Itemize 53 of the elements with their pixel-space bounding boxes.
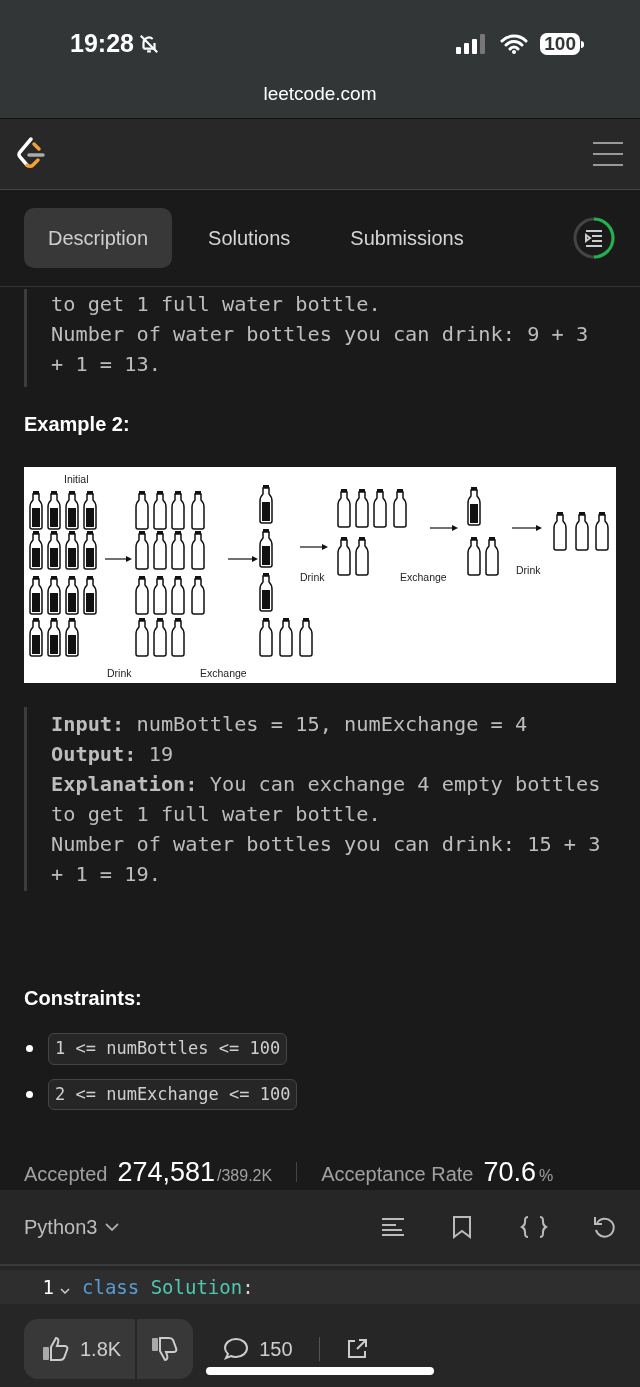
submissions-count: /389.2K — [217, 1166, 273, 1186]
constraint-code: 1 <= numBottles <= 100 — [48, 1033, 288, 1065]
status-time: 19:28 — [70, 28, 134, 60]
example-text: to get 1 full water bottle. — [51, 801, 382, 828]
comments-button[interactable]: 150 — [223, 1334, 293, 1364]
like-button[interactable]: 1.8K — [24, 1319, 138, 1379]
acceptance-rate: 70.6 — [483, 1156, 537, 1189]
diagram-label: Drink — [516, 564, 541, 576]
accepted-count: 274,581 — [117, 1156, 215, 1189]
tab[interactable]: Description — [24, 208, 173, 268]
diagram-label: Exchange — [400, 571, 447, 583]
example-text: Number of water bottles you can drink: 9 + 3 — [51, 321, 590, 348]
diagram-label: Drink — [107, 667, 132, 679]
tab[interactable]: Submissions — [326, 208, 488, 268]
example-text: Number of water bottles you can drink: 15 + 3 — [51, 831, 602, 858]
code-line: class Solution: — [82, 1274, 254, 1300]
bullet-icon — [26, 1090, 33, 1098]
diagram-label: Drink — [300, 571, 325, 583]
example-text: Input: numBottles = 15, numExchange = 4 — [51, 711, 529, 738]
line-number: 1 — [41, 1274, 54, 1300]
bell-muted-icon — [137, 33, 160, 55]
diagram-label: Exchange — [200, 667, 247, 679]
url-text[interactable]: leetcode.com — [263, 80, 377, 109]
stat-label: Acceptance Rate — [321, 1162, 474, 1187]
chevron-down-icon — [105, 1223, 120, 1231]
battery-level: 100 — [540, 33, 580, 55]
example-text: Output: 19 — [51, 741, 175, 768]
diagram-label: Initial — [64, 473, 89, 485]
braces-icon[interactable] — [520, 1215, 548, 1239]
bullet-icon — [26, 1045, 33, 1053]
stat-label: Accepted — [24, 1162, 108, 1187]
thumbs-down-icon — [151, 1336, 180, 1362]
example-text: + 1 = 13. — [51, 351, 162, 378]
example-heading: Example 2: — [24, 412, 131, 437]
progress-ring-icon[interactable] — [572, 216, 616, 260]
speech-bubble-icon — [223, 1337, 250, 1361]
constraints-heading: Constraints: — [24, 986, 143, 1011]
external-link-icon[interactable] — [345, 1338, 368, 1360]
constraint-code: 2 <= numExchange <= 100 — [48, 1078, 298, 1110]
reset-icon[interactable] — [592, 1215, 616, 1239]
logo-icon[interactable] — [16, 137, 46, 171]
language-select[interactable]: Python3 — [24, 1212, 120, 1242]
menu-icon[interactable] — [592, 141, 624, 167]
example-text: + 1 = 19. — [51, 861, 162, 888]
bookmark-icon[interactable] — [452, 1215, 472, 1239]
example-text: Explanation: You can exchange 4 empty bottles — [51, 771, 602, 798]
wifi-icon — [500, 34, 529, 54]
thumbs-up-icon — [42, 1336, 70, 1362]
example-text: to get 1 full water bottle. — [51, 291, 382, 318]
format-lines-icon[interactable] — [382, 1217, 404, 1237]
percent-sign: % — [539, 1166, 554, 1186]
tab[interactable]: Solutions — [184, 208, 315, 268]
fold-chevron-icon[interactable] — [60, 1288, 70, 1294]
